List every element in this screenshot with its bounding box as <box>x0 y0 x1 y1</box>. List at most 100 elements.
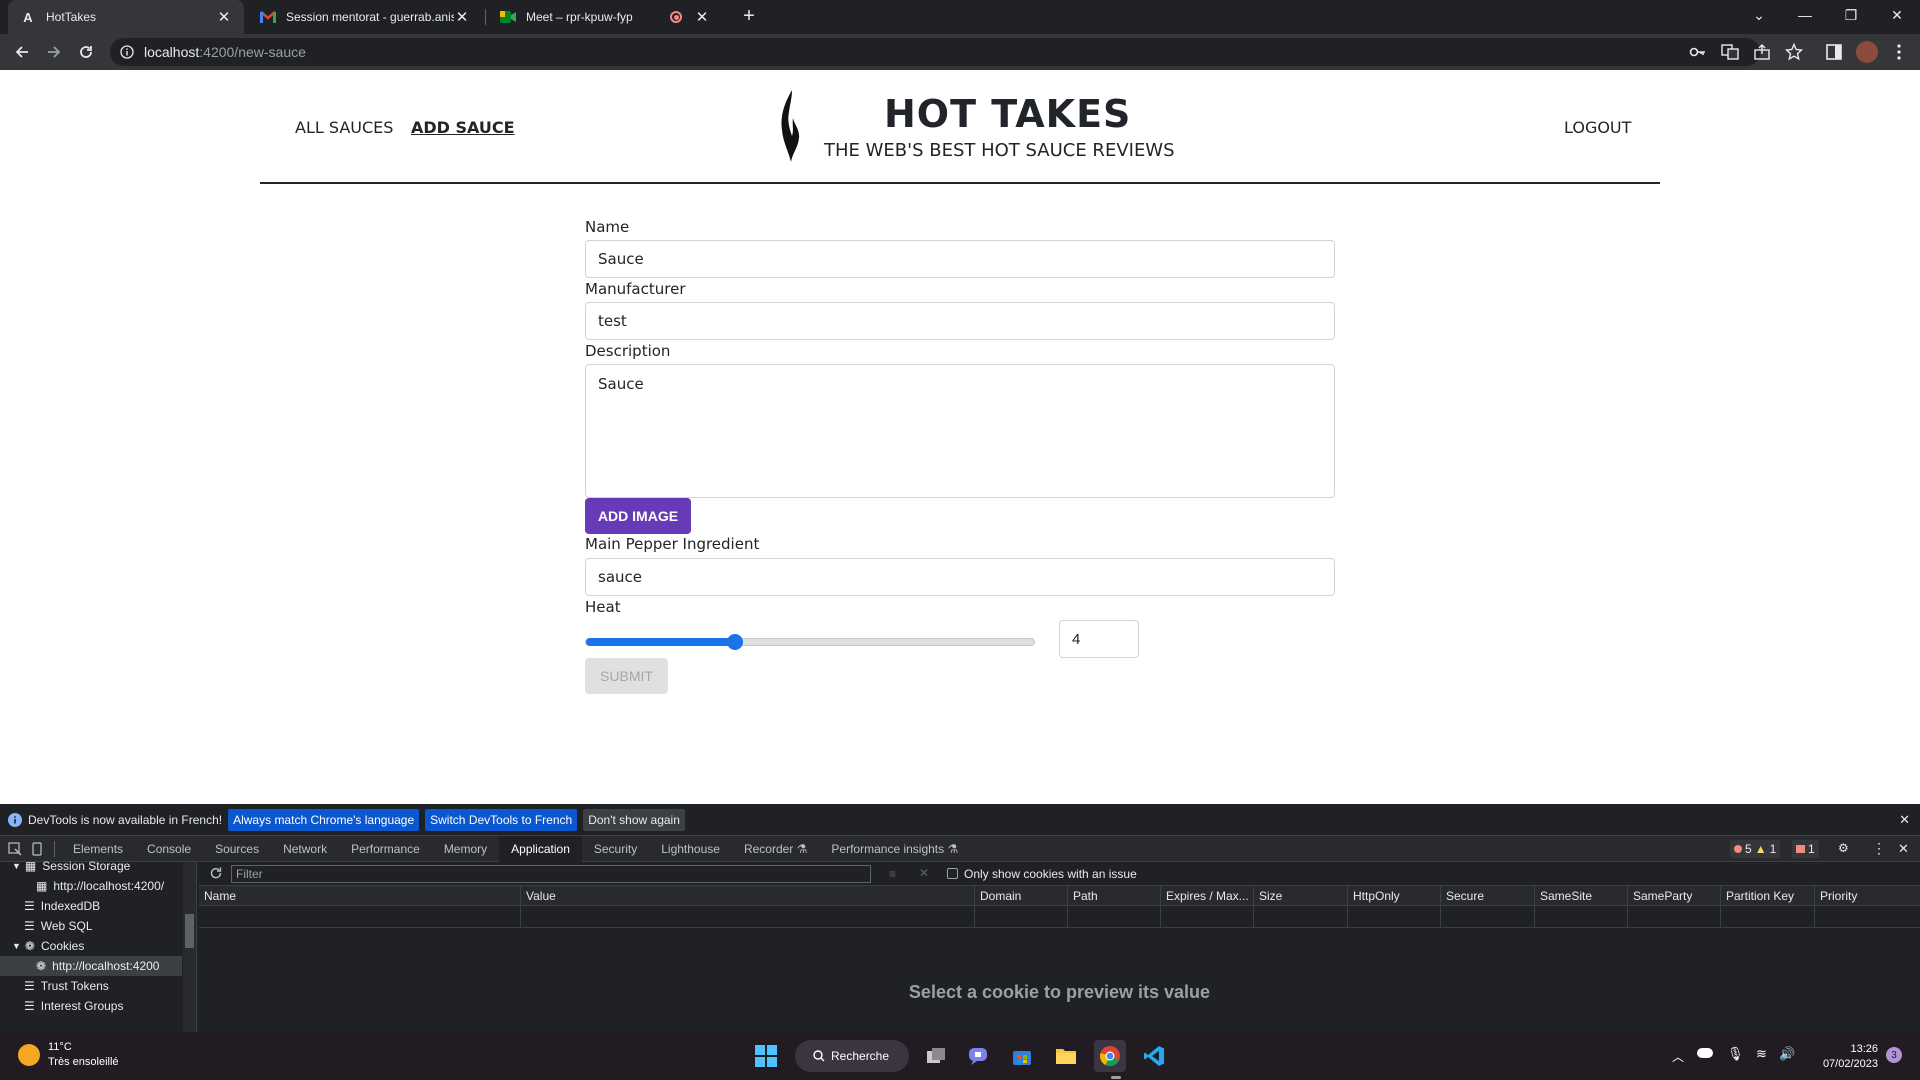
devtools-tab-application[interactable]: Application <box>499 835 582 862</box>
col-value[interactable]: Value <box>520 886 556 906</box>
side-panel-icon[interactable] <box>1825 43 1843 61</box>
tab-meet[interactable]: Meet – rpr-kpuw-fyp ✕ <box>488 0 722 34</box>
close-tab-icon[interactable]: ✕ <box>454 9 470 26</box>
new-tab-button[interactable]: + <box>738 6 760 28</box>
col-path[interactable]: Path <box>1067 886 1098 906</box>
address-bar[interactable]: localhost:4200/new-sauce <box>110 38 1760 66</box>
more-options-icon[interactable]: ⋮ <box>1872 840 1886 857</box>
nav-add-sauce-link[interactable]: ADD SAUCE <box>411 118 515 137</box>
sidebar-item-cookies-origin[interactable]: ❁ http://localhost:4200 <box>0 956 182 976</box>
description-textarea[interactable]: Sauce <box>585 364 1335 498</box>
table-row[interactable] <box>199 906 1920 928</box>
manufacturer-input[interactable]: test <box>585 302 1335 340</box>
switch-to-french-button[interactable]: Switch DevTools to French <box>425 808 578 831</box>
devtools-tab-lighthouse[interactable]: Lighthouse <box>649 836 732 862</box>
nav-all-sauces-link[interactable]: ALL SAUCES <box>295 118 393 137</box>
cookie-filter-input[interactable]: Filter <box>231 865 871 883</box>
col-priority[interactable]: Priority <box>1814 886 1857 906</box>
devtools-tab-performance[interactable]: Performance <box>339 836 432 862</box>
devtools-tab-performance-insights[interactable]: Performance insights ⚗ <box>819 836 970 862</box>
file-explorer-icon[interactable] <box>1050 1040 1082 1072</box>
clear-filtered-icon[interactable]: ≡ <box>889 867 896 881</box>
tab-search-icon[interactable]: ⌄ <box>1736 0 1782 30</box>
settings-gear-icon[interactable]: ⚙ <box>1838 841 1849 855</box>
teams-chat-icon[interactable] <box>962 1040 994 1072</box>
reload-button[interactable] <box>72 38 100 66</box>
refresh-icon[interactable] <box>209 866 223 880</box>
sidebar-item-web-sql[interactable]: ☰ Web SQL <box>0 916 196 936</box>
minimize-button[interactable]: — <box>1782 0 1828 30</box>
chrome-icon[interactable] <box>1094 1040 1126 1072</box>
always-match-language-button[interactable]: Always match Chrome's language <box>228 808 420 831</box>
close-tab-icon[interactable]: ✕ <box>694 9 710 26</box>
nav-logout-link[interactable]: LOGOUT <box>1564 118 1631 137</box>
close-tab-icon[interactable]: ✕ <box>216 9 232 26</box>
sidebar-item-session-storage-origin[interactable]: ▦ http://localhost:4200/ <box>0 876 196 896</box>
inspect-element-icon[interactable] <box>4 841 26 856</box>
devtools-tab-network[interactable]: Network <box>271 836 339 862</box>
sidebar-item-indexeddb[interactable]: ☰ IndexedDB <box>0 896 196 916</box>
pepper-input[interactable]: sauce <box>585 558 1335 596</box>
heat-number-input[interactable]: 4 <box>1059 620 1139 658</box>
taskbar-search[interactable]: Recherche <box>795 1040 909 1072</box>
close-infobar-icon[interactable]: ✕ <box>1899 812 1910 828</box>
errors-warnings-counter[interactable]: 5 ▲ 1 <box>1730 840 1781 858</box>
task-view-icon[interactable] <box>920 1040 952 1072</box>
share-icon[interactable] <box>1753 43 1771 61</box>
restore-button[interactable]: ❐ <box>1828 0 1874 30</box>
expand-arrow-icon[interactable]: ▼ <box>12 861 21 871</box>
dont-show-again-button[interactable]: Don't show again <box>583 808 685 831</box>
show-hidden-icons-chevron-icon[interactable]: ︿ <box>1672 1048 1684 1065</box>
weather-widget[interactable]: 11°C Très ensoleillé <box>18 1040 119 1070</box>
scrollbar-thumb[interactable] <box>185 914 194 948</box>
bookmark-star-icon[interactable] <box>1785 43 1803 61</box>
heat-slider[interactable] <box>585 634 1035 650</box>
tab-gmail[interactable]: Session mentorat - guerrab.aniss ✕ <box>248 0 482 34</box>
microphone-icon[interactable]: 🎙 <box>1727 1046 1744 1062</box>
name-input[interactable]: Sauce <box>585 240 1335 278</box>
col-name[interactable]: Name <box>199 886 236 906</box>
microsoft-store-icon[interactable] <box>1006 1040 1038 1072</box>
close-devtools-icon[interactable]: ✕ <box>1898 841 1909 857</box>
col-partition-key[interactable]: Partition Key <box>1720 886 1794 906</box>
expand-arrow-icon[interactable]: ▼ <box>12 941 21 951</box>
issues-counter[interactable]: 1 <box>1792 840 1819 858</box>
sidebar-scrollbar[interactable] <box>183 862 196 1032</box>
devtools-tab-recorder[interactable]: Recorder ⚗ <box>732 836 819 862</box>
tab-hottakes[interactable]: A HotTakes ✕ <box>8 0 244 34</box>
heat-slider-thumb[interactable] <box>727 634 744 650</box>
sidebar-item-interest-groups[interactable]: ☰ Interest Groups <box>0 996 196 1016</box>
info-icon[interactable] <box>120 45 134 59</box>
profile-avatar[interactable] <box>1856 41 1878 63</box>
devtools-tab-sources[interactable]: Sources <box>203 836 271 862</box>
device-toolbar-icon[interactable] <box>26 841 48 856</box>
col-sameparty[interactable]: SameParty <box>1627 886 1692 906</box>
close-window-button[interactable]: ✕ <box>1874 0 1920 30</box>
col-size[interactable]: Size <box>1253 886 1282 906</box>
col-samesite[interactable]: SameSite <box>1534 886 1592 906</box>
only-issues-checkbox[interactable] <box>947 868 958 879</box>
col-httponly[interactable]: HttpOnly <box>1347 886 1400 906</box>
taskbar-clock[interactable]: 13:26 07/02/2023 <box>1814 1042 1878 1072</box>
volume-icon[interactable]: 🔊 <box>1779 1046 1795 1062</box>
notification-badge[interactable]: 3 <box>1886 1047 1902 1063</box>
sidebar-item-trust-tokens[interactable]: ☰ Trust Tokens <box>0 976 196 996</box>
delete-selected-icon[interactable]: ✕ <box>919 866 929 880</box>
col-expires[interactable]: Expires / Max... <box>1160 886 1249 906</box>
back-button[interactable] <box>8 38 36 66</box>
sidebar-item-cookies[interactable]: ▼ ❁ Cookies <box>0 936 196 956</box>
wifi-icon[interactable]: ≋ <box>1756 1046 1767 1062</box>
col-domain[interactable]: Domain <box>974 886 1021 906</box>
col-secure[interactable]: Secure <box>1440 886 1484 906</box>
onedrive-cloud-icon[interactable] <box>1697 1048 1713 1058</box>
add-image-button[interactable]: ADD IMAGE <box>585 498 691 534</box>
forward-button[interactable] <box>40 38 68 66</box>
vscode-icon[interactable] <box>1138 1040 1170 1072</box>
devtools-tab-security[interactable]: Security <box>582 836 649 862</box>
submit-button[interactable]: SUBMIT <box>585 658 668 694</box>
chrome-menu-icon[interactable] <box>1890 43 1908 61</box>
sidebar-item-session-storage[interactable]: ▼ ▦ Session Storage <box>0 856 196 876</box>
password-key-icon[interactable] <box>1689 43 1707 61</box>
translate-icon[interactable] <box>1721 43 1739 61</box>
start-windows-icon[interactable] <box>750 1040 782 1072</box>
